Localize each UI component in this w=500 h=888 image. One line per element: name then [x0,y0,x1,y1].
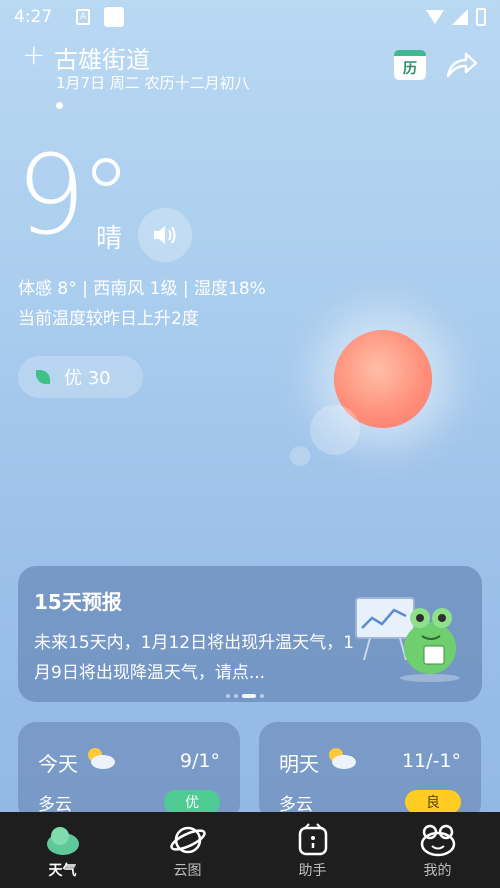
planet-icon [169,826,206,854]
air-quality-button[interactable]: 优 30 [18,356,143,398]
lens-flare [310,405,360,455]
calendar-icon[interactable]: 历 [394,50,426,80]
nav-tab-assistant[interactable]: 助手 [250,812,375,888]
temperature-trend: 当前温度较昨日上升2度 [18,309,199,329]
date-text: 1月7日 周二 农历十二月初八 [56,74,250,92]
location-header: + 古雄街道 1月7日 周二 农历十二月初八 历 [22,38,478,109]
location-name[interactable]: 古雄街道 [54,40,150,75]
lens-flare-small [290,446,310,466]
tomorrow-aqi-badge: 良 [405,790,461,814]
current-temperature: 9 [16,131,86,259]
voice-broadcast-button[interactable] [138,208,192,262]
keyboard-notification-icon: A [76,9,91,25]
tomorrow-temperature: 11/-1° [401,750,461,772]
forecast-summary: 未来15天内，1月12日将出现升温天气，1月9日将出现降温天气，请点... [34,633,354,683]
share-icon[interactable] [444,50,478,80]
frog-face-icon [420,824,455,857]
today-temperature: 9/1° [179,750,220,772]
signal-icon [452,9,468,25]
degree-symbol [92,158,120,186]
partly-cloudy-icon [329,748,356,769]
speaker-icon [154,226,176,244]
nav-tab-weather[interactable]: 天气 [0,812,125,888]
status-bar: 4:27 A [0,0,500,34]
forecast-15day-card[interactable]: 15天预报 未来15天内，1月12日将出现升温天气，1月9日将出现降温天气，请点… [18,566,482,702]
tomorrow-card[interactable]: 明天 11/-1° 多云 良 [259,722,481,822]
forecast-title: 15天预报 [34,590,122,614]
status-time: 4:27 [14,7,53,27]
nav-label-cloud-map: 云图 [173,863,202,879]
partly-cloudy-icon [88,748,115,769]
today-aqi-badge: 优 [164,790,220,814]
nav-tab-cloud-map[interactable]: 云图 [125,812,250,888]
battery-icon [476,8,486,26]
bottom-navigation: 天气 云图 助手 我的 [0,812,500,888]
add-location-button[interactable]: + [22,38,45,71]
leaf-icon [36,370,50,384]
nav-label-profile: 我的 [423,863,452,879]
weather-details: 体感 8° | 西南风 1级 | 湿度18% [18,279,266,299]
weather-cloud-icon [46,827,79,855]
page-indicator-dot [56,102,63,109]
current-condition: 晴 [96,224,123,254]
aqi-value: 优 30 [64,368,111,389]
app-notification-icon [104,7,125,27]
today-card[interactable]: 今天 9/1° 多云 优 [18,722,240,822]
nav-tab-profile[interactable]: 我的 [375,812,500,888]
nav-label-weather: 天气 [48,863,77,879]
nav-label-assistant: 助手 [298,863,327,879]
today-label: 今天 [38,752,78,776]
wifi-icon [426,10,444,24]
tomorrow-label: 明天 [279,752,319,776]
frog-mascot-illustration [355,597,460,682]
assistant-icon [298,823,327,856]
carousel-pager [226,694,264,698]
